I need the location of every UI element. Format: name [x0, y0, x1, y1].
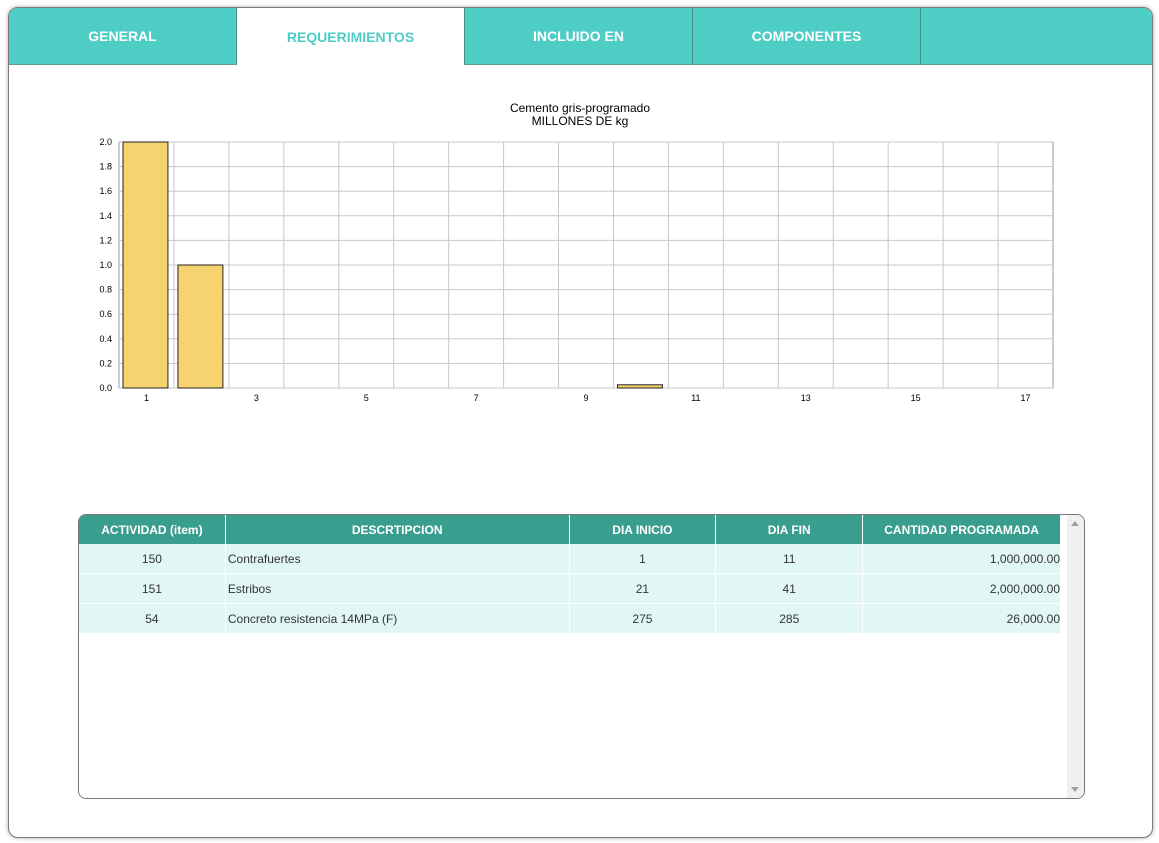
x-tick-label: 7 [474, 393, 479, 403]
y-tick-label: 1.0 [99, 260, 112, 270]
bar-chart: 0.00.20.40.60.81.01.21.41.61.82.01 3 5 7 9 11… [99, 137, 1054, 403]
cell-dia-fin: 41 [716, 574, 864, 604]
table-row[interactable]: 150 Contrafuertes 1 11 1,000,000.00 [79, 544, 1061, 574]
cell-cantidad: 2,000,000.00 [863, 574, 1061, 604]
requirements-table-panel: ACTIVIDAD (item) DESCRTIPCION DIA INICIO… [78, 514, 1085, 799]
bar [177, 264, 224, 389]
col-header-cantidad[interactable]: CANTIDAD PROGRAMADA [863, 515, 1061, 544]
cell-descripcion: Contrafuertes [225, 544, 570, 574]
col-header-descripcion[interactable]: DESCRTIPCION [225, 515, 570, 544]
cell-descripcion: Concreto resistencia 14MPa (F) [225, 604, 570, 634]
y-tick-label: 1.2 [99, 235, 112, 245]
y-tick-label: 1.4 [99, 211, 112, 221]
cell-dia-inicio: 1 [569, 544, 717, 574]
y-tick-label: 0.6 [99, 309, 112, 319]
cell-dia-fin: 285 [716, 604, 864, 634]
cell-actividad: 54 [79, 604, 226, 634]
cell-dia-inicio: 275 [569, 604, 717, 634]
scroll-up-icon[interactable] [1071, 521, 1079, 526]
cell-dia-inicio: 21 [569, 574, 717, 604]
cell-actividad: 150 [79, 544, 226, 574]
col-header-dia-inicio[interactable]: DIA INICIO [569, 515, 717, 544]
scroll-down-icon[interactable] [1071, 787, 1079, 792]
table-row[interactable]: 54 Concreto resistencia 14MPa (F) 275 28… [79, 604, 1061, 634]
y-tick-label: 0.4 [99, 334, 112, 344]
cell-cantidad: 26,000.00 [863, 604, 1061, 634]
x-tick-label: 3 [254, 393, 259, 403]
col-header-dia-fin[interactable]: DIA FIN [716, 515, 864, 544]
col-header-actividad[interactable]: ACTIVIDAD (item) [79, 515, 226, 544]
cell-actividad: 151 [79, 574, 226, 604]
y-tick-label: 1.6 [99, 186, 112, 196]
x-tick-label: 5 [364, 393, 369, 403]
y-tick-label: 0.2 [99, 358, 112, 368]
x-tick-label: 13 [801, 393, 811, 403]
bar [122, 141, 169, 389]
bar [616, 384, 663, 389]
y-tick-label: 0.0 [99, 383, 112, 393]
x-tick-label: 9 [583, 393, 588, 403]
y-tick-label: 1.8 [99, 162, 112, 172]
table-header-row: ACTIVIDAD (item) DESCRTIPCION DIA INICIO… [79, 515, 1061, 544]
x-tick-label: 11 [691, 393, 700, 403]
requirements-table: ACTIVIDAD (item) DESCRTIPCION DIA INICIO… [79, 515, 1061, 634]
y-tick-label: 2.0 [99, 137, 112, 147]
cell-cantidad: 1,000,000.00 [863, 544, 1061, 574]
x-tick-label: 1 [144, 393, 149, 403]
x-tick-label: 17 [1021, 393, 1031, 403]
main-window: GENERAL REQUERIMIENTOS INCLUIDO EN COMPO… [8, 7, 1153, 838]
x-tick-label: 15 [911, 393, 921, 403]
table-scrollbar[interactable] [1067, 515, 1084, 798]
cell-descripcion: Estribos [225, 574, 570, 604]
cell-dia-fin: 11 [716, 544, 864, 574]
y-tick-label: 0.8 [99, 285, 112, 295]
table-row[interactable]: 151 Estribos 21 41 2,000,000.00 [79, 574, 1061, 604]
